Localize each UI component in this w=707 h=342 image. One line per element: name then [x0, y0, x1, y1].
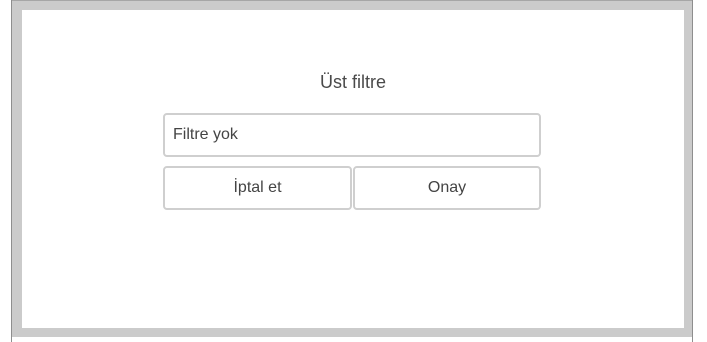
- frame-right-edge: [692, 0, 693, 342]
- confirm-button[interactable]: Onay: [353, 166, 541, 210]
- cancel-button-label: İptal et: [233, 179, 282, 196]
- dialog-title: Üst filtre: [319, 72, 386, 92]
- filter-input[interactable]: [163, 113, 541, 157]
- frame-top-edge: [11, 0, 693, 1]
- confirm-button-label: Onay: [427, 179, 467, 196]
- screen: Üst filtre İptal et Onay: [0, 0, 707, 342]
- filter-dialog: Üst filtre İptal et Onay: [22, 10, 684, 328]
- cancel-button[interactable]: İptal et: [163, 166, 352, 210]
- frame-left-edge: [11, 0, 12, 342]
